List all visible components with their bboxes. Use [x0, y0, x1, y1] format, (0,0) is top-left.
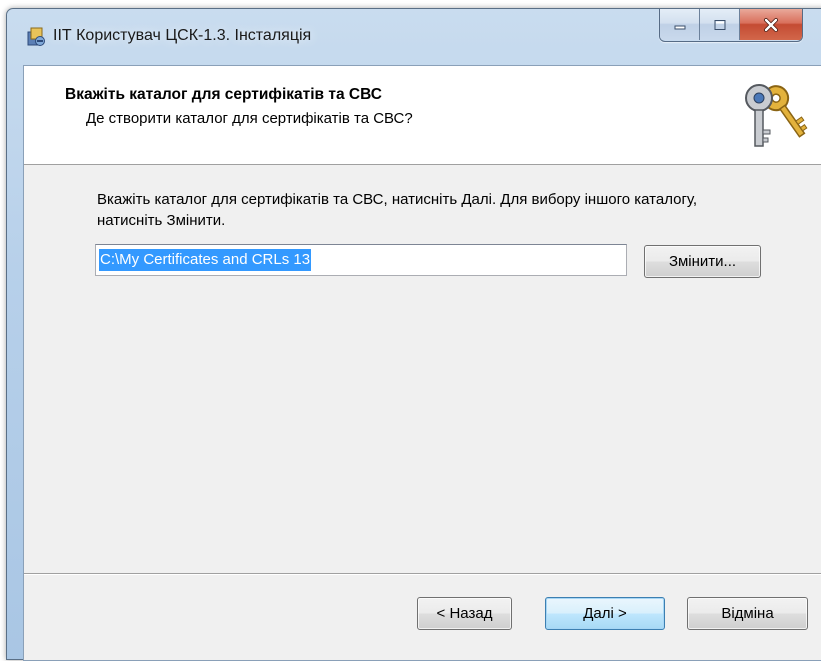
page-subtitle: Де створити каталог для сертифікатів та …	[86, 110, 413, 127]
instruction-text: Вкажіть каталог для сертифікатів та СВС,…	[97, 191, 698, 229]
cancel-button[interactable]: Відміна	[687, 597, 808, 630]
back-button[interactable]: < Назад	[417, 597, 512, 630]
maximize-icon	[714, 19, 725, 30]
title-bar[interactable]: ІІТ Користувач ЦСК-1.3. Інсталяція	[7, 9, 821, 67]
header-panel: Вкажіть каталог для сертифікатів та СВС …	[24, 66, 821, 165]
installer-window: ІІТ Користувач ЦСК-1.3. Інсталяція Вкажі…	[6, 8, 821, 661]
folder-path-value: C:\My Certificates and CRLs 13	[99, 249, 312, 271]
minimize-button[interactable]	[660, 9, 700, 40]
page-title: Вкажіть каталог для сертифікатів та СВС	[65, 86, 382, 103]
folder-path-input[interactable]: C:\My Certificates and CRLs 13	[95, 244, 627, 276]
dialog-client-area: Вкажіть каталог для сертифікатів та СВС …	[23, 65, 821, 661]
minimize-icon	[674, 25, 685, 29]
close-button[interactable]	[740, 9, 802, 40]
maximize-button[interactable]	[700, 9, 740, 40]
close-icon	[764, 17, 778, 32]
caption-buttons	[659, 9, 803, 42]
installer-icon	[27, 27, 45, 46]
next-button[interactable]: Далі >	[545, 597, 665, 630]
footer-divider	[24, 573, 821, 575]
window-title: ІІТ Користувач ЦСК-1.3. Інсталяція	[53, 27, 312, 44]
change-button[interactable]: Змінити...	[644, 245, 761, 278]
keys-icon	[745, 84, 808, 147]
